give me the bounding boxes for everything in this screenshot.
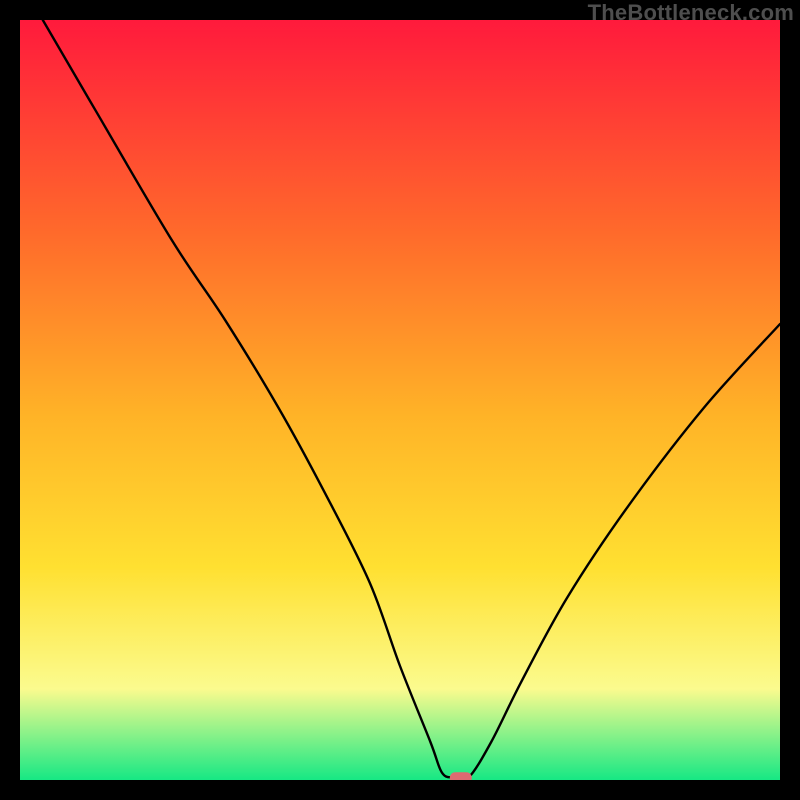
bottleneck-chart: [20, 20, 780, 780]
watermark-text: TheBottleneck.com: [588, 0, 794, 26]
chart-frame: TheBottleneck.com: [0, 0, 800, 800]
optimal-marker: [450, 772, 472, 780]
